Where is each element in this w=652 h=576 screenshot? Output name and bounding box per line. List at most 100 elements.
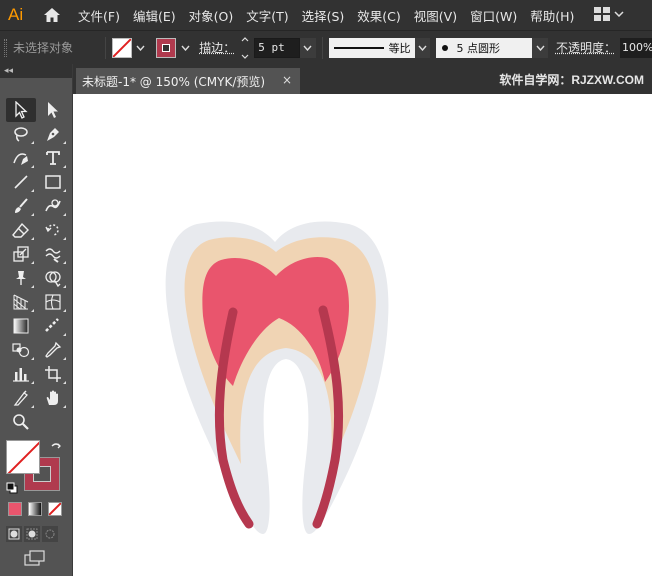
menu-file[interactable]: 文件(F) <box>78 6 120 25</box>
gradient-mode-button[interactable] <box>28 502 42 516</box>
menu-help[interactable]: 帮助(H) <box>530 6 574 25</box>
menu-window[interactable]: 窗口(W) <box>470 6 517 25</box>
close-icon[interactable]: × <box>282 73 292 87</box>
opacity-label[interactable]: 不透明度： <box>556 39 616 56</box>
perspective-grid-tool[interactable] <box>6 290 36 314</box>
brush-definition[interactable]: 5 点圆形 <box>436 38 532 58</box>
rotate-tool[interactable] <box>38 218 68 242</box>
workspace-switcher[interactable] <box>594 7 624 21</box>
stroke-weight-stepper[interactable] <box>239 37 251 59</box>
pen-tool[interactable] <box>38 122 68 146</box>
gradient-tool[interactable] <box>6 314 36 338</box>
hand-tool[interactable] <box>38 386 68 410</box>
eyedropper-blend-tool[interactable] <box>38 314 68 338</box>
paintbrush-tool[interactable] <box>6 194 36 218</box>
zoom-tool[interactable] <box>6 410 36 434</box>
menu-items: 文件(F) 编辑(E) 对象(O) 文字(T) 选择(S) 效果(C) 视图(V… <box>78 6 587 25</box>
eraser-tool[interactable] <box>6 218 36 242</box>
gradient-icon <box>13 318 29 334</box>
chevron-down-icon <box>241 54 249 59</box>
pen-icon <box>44 125 62 143</box>
swap-colors-icon[interactable] <box>50 442 62 454</box>
tools-collapse[interactable]: ◂◂ <box>0 64 72 78</box>
menu-edit[interactable]: 编辑(E) <box>133 6 176 25</box>
selection-status: 未选择对象 <box>13 39 99 56</box>
line-icon <box>13 174 29 190</box>
draw-behind-button[interactable] <box>24 526 40 542</box>
stroke-swatch[interactable] <box>156 38 176 58</box>
mesh-icon <box>44 293 62 311</box>
brush-dropdown[interactable] <box>532 38 548 58</box>
color-mode-button[interactable] <box>8 502 22 516</box>
none-mode-button[interactable] <box>48 502 62 516</box>
menu-view[interactable]: 视图(V) <box>414 6 457 25</box>
perspective-grid-icon <box>12 293 30 311</box>
rectangle-icon <box>44 174 62 190</box>
line-tool[interactable] <box>6 170 36 194</box>
workspace-grid-icon <box>594 7 610 21</box>
change-screen-mode-icon[interactable] <box>24 550 46 569</box>
warp-tool[interactable] <box>38 242 68 266</box>
eyedropper-icon <box>44 341 62 359</box>
mesh-tool[interactable] <box>38 290 68 314</box>
scale-tool[interactable] <box>6 242 36 266</box>
brush-dot-icon <box>442 45 448 51</box>
opacity-input[interactable]: 100% <box>620 38 652 58</box>
panel-grip[interactable] <box>4 39 7 57</box>
slice-tool[interactable] <box>6 386 36 410</box>
app-logo: Ai <box>8 5 30 25</box>
artboard-tool[interactable] <box>38 362 68 386</box>
color-mode-row <box>8 502 62 516</box>
document-tab-title: 未标题-1* @ 150% (CMYK/预览) <box>82 73 265 90</box>
shape-builder-tool[interactable] <box>38 266 68 290</box>
hand-icon <box>44 389 62 407</box>
brush-icon <box>12 197 30 215</box>
tools-panel: ◂◂ <box>0 64 73 576</box>
magic-wand-tool[interactable] <box>6 122 36 146</box>
type-icon <box>45 150 61 166</box>
chevron-down-icon[interactable] <box>179 42 191 54</box>
eyedropper-tool[interactable] <box>38 338 68 362</box>
menu-select[interactable]: 选择(S) <box>302 6 345 25</box>
stroke-weight-dropdown[interactable] <box>300 38 316 58</box>
profile-label: 等比 <box>389 40 411 56</box>
type-tool[interactable] <box>38 146 68 170</box>
direct-selection-tool[interactable] <box>38 98 68 122</box>
default-colors-icon[interactable] <box>6 482 18 494</box>
puppet-warp-tool[interactable] <box>6 266 36 290</box>
menu-effect[interactable]: 效果(C) <box>357 6 400 25</box>
graph-tool[interactable] <box>6 362 36 386</box>
pin-icon <box>12 269 30 287</box>
selection-tool[interactable] <box>6 98 36 122</box>
document-tab[interactable]: 未标题-1* @ 150% (CMYK/预览) × <box>76 68 300 94</box>
chevron-up-icon <box>241 37 249 42</box>
bar-graph-icon <box>12 366 30 382</box>
curvature-tool[interactable] <box>6 146 36 170</box>
fill-swatch[interactable] <box>112 38 132 58</box>
profile-line <box>334 47 384 49</box>
variable-width-profile[interactable]: 等比 <box>329 38 415 58</box>
home-icon[interactable] <box>42 5 62 25</box>
control-bar: 未选择对象 描边： 5 pt 等比 5 点圆形 不透明度： 100% <box>0 30 652 64</box>
menu-bar: Ai 文件(F) 编辑(E) 对象(O) 文字(T) 选择(S) 效果(C) 视… <box>0 0 652 30</box>
tool-grid <box>6 98 72 434</box>
divider <box>322 37 323 59</box>
stroke-weight-input[interactable]: 5 pt <box>254 38 300 58</box>
blend-tool[interactable] <box>6 338 36 362</box>
tooth-illustration <box>73 94 652 576</box>
shaper-tool[interactable] <box>38 194 68 218</box>
menu-type[interactable]: 文字(T) <box>246 6 288 25</box>
stroke-label[interactable]: 描边： <box>199 39 235 56</box>
draw-inside-button[interactable] <box>42 526 58 542</box>
zoom-icon <box>12 413 30 431</box>
rectangle-tool[interactable] <box>38 170 68 194</box>
chevron-down-icon[interactable] <box>135 42 147 54</box>
profile-dropdown[interactable] <box>415 38 431 58</box>
menu-object[interactable]: 对象(O) <box>189 6 234 25</box>
curvature-pen-icon <box>12 149 30 167</box>
draw-normal-button[interactable] <box>6 526 22 542</box>
brush-label: 5 点圆形 <box>456 40 500 56</box>
eraser-icon <box>12 222 30 238</box>
fill-color-box[interactable] <box>6 440 40 474</box>
artboard-canvas[interactable] <box>73 94 652 576</box>
